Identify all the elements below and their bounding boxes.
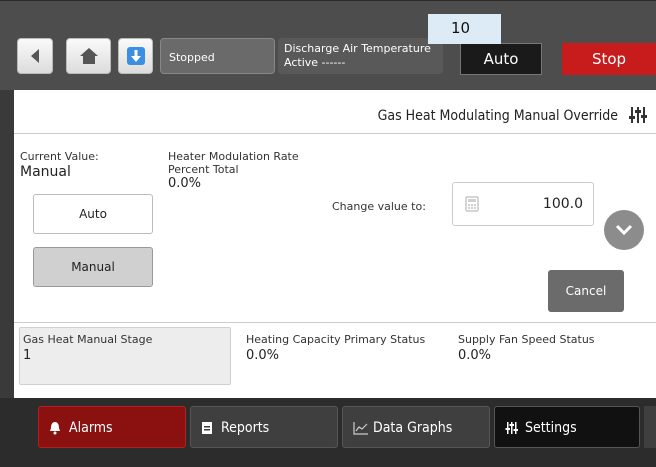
line-chart-icon: [353, 422, 368, 435]
tab-reports-label: Reports: [221, 420, 270, 436]
tab-data-graphs[interactable]: Data Graphs: [342, 406, 490, 448]
discharge-air-temperature[interactable]: Discharge Air Temperature Active ------: [278, 38, 443, 74]
gas-heat-manual-stage-field[interactable]: Gas Heat Manual Stage 1: [19, 327, 231, 385]
discharge-value: Active ------: [284, 56, 346, 69]
tab-alarms-label: Alarms: [69, 420, 113, 436]
divider: [14, 322, 656, 323]
current-value-label: Current Value:: [20, 150, 99, 163]
divider: [14, 133, 656, 134]
tab-settings[interactable]: Settings: [494, 406, 640, 448]
back-button[interactable]: [17, 38, 53, 74]
back-arrow-icon: [31, 49, 39, 63]
stage-label: Gas Heat Manual Stage: [23, 333, 153, 346]
manual-option-button[interactable]: Manual: [33, 247, 153, 287]
stage-value: 1: [23, 348, 32, 363]
auto-option-button[interactable]: Auto: [33, 194, 153, 234]
home-icon: [79, 48, 98, 64]
page-title: Gas Heat Modulating Manual Override: [377, 108, 618, 124]
tab-reports[interactable]: Reports: [190, 406, 338, 448]
heater-label-1: Heater Modulation Rate: [168, 150, 299, 163]
download-arrow-icon: [126, 47, 145, 65]
calculator-icon: [465, 196, 479, 212]
tab-alarms[interactable]: Alarms: [38, 406, 186, 448]
cancel-button[interactable]: Cancel: [548, 270, 624, 312]
capacity-label: Heating Capacity Primary Status: [246, 333, 426, 346]
chevron-down-icon: [615, 224, 633, 236]
change-value-input[interactable]: 100.0: [452, 182, 594, 226]
dropdown-button[interactable]: [604, 210, 644, 250]
fan-speed-label: Supply Fan Speed Status: [458, 333, 595, 346]
bell-icon: [50, 422, 60, 435]
run-status[interactable]: Stopped: [160, 38, 275, 74]
step-callout: 10: [428, 14, 501, 44]
settings-sliders-icon: [629, 107, 647, 123]
download-button[interactable]: [118, 38, 153, 74]
change-value: 100.0: [542, 196, 583, 212]
discharge-label: Discharge Air Temperature: [284, 42, 431, 55]
heater-value: 0.0%: [168, 176, 202, 191]
current-value: Manual: [20, 164, 71, 180]
document-icon: [202, 422, 212, 434]
fan-speed-value: 0.0%: [458, 348, 492, 363]
capacity-value: 0.0%: [246, 348, 280, 363]
tab-settings-label: Settings: [525, 420, 577, 436]
override-panel: Gas Heat Modulating Manual Override Curr…: [14, 90, 656, 398]
chat-icon[interactable]: [644, 406, 656, 448]
top-bar: Stopped Discharge Air Temperature Active…: [0, 0, 656, 90]
tab-data-graphs-label: Data Graphs: [373, 420, 453, 436]
change-value-label: Change value to:: [332, 200, 426, 213]
auto-mode-button[interactable]: Auto: [460, 43, 542, 75]
home-button[interactable]: [66, 38, 111, 74]
settings-sliders-icon: [505, 422, 518, 434]
stop-button[interactable]: Stop: [562, 43, 656, 75]
bottom-tab-bar: Alarms Reports Data Graphs Settings: [0, 398, 656, 467]
heater-label-2: Percent Total: [168, 163, 239, 176]
